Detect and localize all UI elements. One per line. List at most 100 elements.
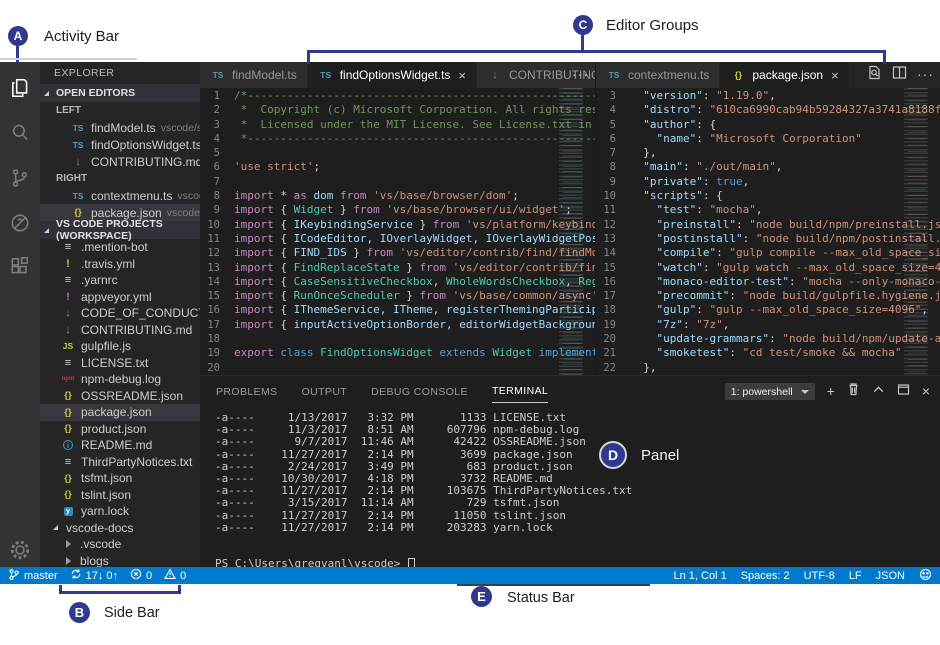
annotation-b-label: Side Bar [104, 605, 160, 621]
info-file-icon: i [60, 440, 76, 450]
tab-findModel.ts[interactable]: TSfindModel.ts [200, 62, 307, 88]
terminal-select[interactable]: 1: powershell [725, 383, 815, 400]
line-number: 4 [596, 103, 630, 117]
minimap[interactable] [902, 88, 933, 375]
terminal[interactable]: -a---- 1/13/2017 3:32 PM 1133 LICENSE.tx… [215, 412, 936, 567]
code-line: 17 "precommit": "node build/gulpfile.hyg… [596, 289, 940, 303]
tree-item-name: gulpfile.js [81, 339, 131, 353]
more-actions-icon[interactable]: ··· [917, 66, 934, 84]
panel-tab-terminal[interactable]: TERMINAL [492, 379, 548, 403]
settings-gear-icon[interactable] [0, 530, 40, 570]
line-number: 1 [200, 89, 234, 103]
line-number: 11 [200, 232, 234, 246]
code-line: 9 "private": true, [596, 175, 940, 189]
maximize-panel-icon[interactable] [897, 383, 910, 401]
tree-item[interactable]: {}product.json [40, 421, 200, 438]
panel-tab-problems[interactable]: PROBLEMS [216, 380, 278, 403]
tree-item[interactable]: iREADME.md [40, 437, 200, 454]
tree-item[interactable]: {}tsfmt.json [40, 470, 200, 487]
git-branch-icon [8, 568, 20, 584]
tab-findOptionsWidget.ts[interactable]: TSfindOptionsWidget.ts× [308, 62, 476, 88]
status-smiley[interactable] [919, 568, 932, 584]
folder-item[interactable]: blogs [40, 553, 200, 568]
folder-item[interactable]: .vscode [40, 536, 200, 553]
status-spaces-2[interactable]: Spaces: 2 [741, 570, 790, 582]
tab-label: findModel.ts [232, 68, 297, 82]
kill-terminal-icon[interactable] [847, 382, 860, 401]
open-preview-icon[interactable] [867, 65, 882, 85]
tree-item[interactable]: {}package.json [40, 404, 200, 421]
open-editors-header[interactable]: OPEN EDITORS [40, 84, 200, 102]
tree-item[interactable]: {}OSSREADME.json [40, 388, 200, 405]
activity-bar [0, 62, 40, 567]
tree-item[interactable]: ↓CONTRIBUTING.md [40, 322, 200, 339]
error-icon [130, 568, 142, 583]
editor-group-right[interactable]: TScontextmenu.ts{}package.json× ··· 3 "ver… [595, 62, 940, 375]
open-editor-path: vscode [167, 207, 200, 219]
tree-item[interactable]: {}tslint.json [40, 487, 200, 504]
annotation-c-label: Editor Groups [606, 17, 699, 34]
code-line: 16import { IThemeService, ITheme, regist… [200, 303, 595, 317]
tree-item[interactable]: JSgulpfile.js [40, 338, 200, 355]
tree-item[interactable]: !.travis.yml [40, 256, 200, 273]
code-line: 7 }, [596, 146, 940, 160]
collapse-panel-icon[interactable] [872, 383, 885, 401]
code-line: 15import { RunOnceScheduler } from 'vs/b… [200, 289, 595, 303]
tab-package.json[interactable]: {}package.json× [720, 62, 848, 88]
status-bar: master 17↓ 0↑ 00 Ln 1, Col 1 Spaces: 2 UTF-8… [0, 567, 940, 584]
close-panel-icon[interactable]: × [922, 383, 930, 401]
explorer-icon[interactable] [0, 68, 40, 108]
tree-item[interactable]: npmnpm-debug.log [40, 371, 200, 388]
editor-group-left[interactable]: TSfindModel.tsTSfindOptionsWidget.ts×↓CO… [200, 62, 595, 375]
tree-item[interactable]: !appveyor.yml [40, 289, 200, 306]
code-editor[interactable]: 3 "version": "1.19.0",4 "distro": "610ca… [596, 88, 940, 375]
json-file-icon: {} [60, 423, 76, 434]
workspace-header[interactable]: VS CODE PROJECTS (WORKSPACE) [40, 221, 200, 239]
panel-tab-output[interactable]: OUTPUT [302, 380, 348, 403]
close-icon[interactable]: × [831, 68, 839, 83]
tree-item-name: .mention-bot [81, 240, 148, 254]
tree-item[interactable]: ↓CODE_OF_CONDUCT.md [40, 305, 200, 322]
annotation-a-circle: A [8, 26, 28, 46]
tree-item[interactable]: ≡ThirdPartyNotices.txt [40, 454, 200, 471]
split-editor-icon[interactable] [892, 65, 907, 85]
code-text: /*--------------------------------------… [234, 89, 595, 103]
status-json[interactable]: JSON [876, 570, 905, 582]
tree-item[interactable]: yyarn.lock [40, 503, 200, 520]
code-editor[interactable]: 1/*-------------------------------------… [200, 88, 595, 375]
status-error[interactable]: 0 [130, 568, 152, 583]
extensions-icon[interactable] [0, 246, 40, 286]
status-lf[interactable]: LF [849, 570, 862, 582]
annotation-e-circle: E [471, 586, 492, 607]
tree-item[interactable]: ≡.yarnrc [40, 272, 200, 289]
tree-item-name: .travis.yml [81, 257, 135, 271]
line-number: 20 [200, 361, 234, 375]
panel-tab-debug-console[interactable]: DEBUG CONSOLE [371, 380, 468, 403]
debug-icon[interactable] [0, 203, 40, 243]
search-icon[interactable] [0, 113, 40, 153]
new-terminal-icon[interactable]: + [827, 383, 835, 401]
status-git-branch[interactable]: master [8, 568, 58, 584]
minimap[interactable] [557, 88, 588, 375]
source-control-icon[interactable] [0, 158, 40, 198]
json-file-icon: {} [60, 390, 76, 401]
open-editor-item[interactable]: TSfindOptionsWidget.tsvsco... [40, 136, 200, 153]
status-utf-8[interactable]: UTF-8 [804, 570, 835, 582]
open-editor-item[interactable]: TSfindModel.tsvscode/src/vs/... [40, 119, 200, 136]
status-warning[interactable]: 0 [164, 568, 186, 583]
close-icon[interactable]: × [458, 68, 466, 83]
excl-p-file-icon: ! [60, 291, 76, 303]
code-text: *---------------------------------------… [234, 132, 595, 146]
annotation-e-label: Status Bar [507, 590, 575, 606]
open-editor-item[interactable]: TScontextmenu.tsvscode/src/... [40, 187, 200, 204]
status-sync[interactable]: 17↓ 0↑ [70, 568, 118, 583]
tab-contextmenu.ts[interactable]: TScontextmenu.ts [596, 62, 719, 88]
json-file-icon: {} [730, 70, 746, 81]
folder-item[interactable]: vscode-docs [40, 520, 200, 537]
status-ln-1-col-1[interactable]: Ln 1, Col 1 [674, 570, 727, 582]
open-editor-item[interactable]: ↓CONTRIBUTING.mdvscode [40, 153, 200, 170]
more-actions-icon[interactable]: ··· [572, 66, 589, 84]
screenshot-stage: A Activity Bar C Editor Groups B Side Ba… [0, 0, 940, 645]
tree-item[interactable]: ≡LICENSE.txt [40, 355, 200, 372]
code-line: 2 * Copyright (c) Microsoft Corporation.… [200, 103, 595, 117]
